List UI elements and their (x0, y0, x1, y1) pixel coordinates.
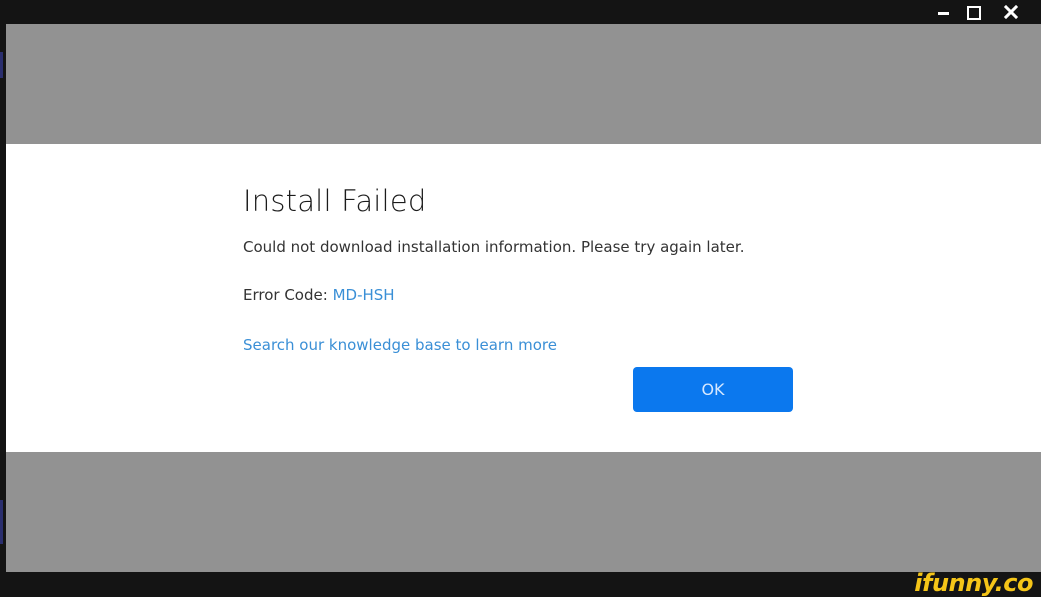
edge-artifact (0, 500, 3, 544)
title-bar (0, 0, 1041, 24)
error-code-line: Error Code: MD-HSH (243, 286, 395, 304)
modal-overlay-top (6, 24, 1041, 144)
knowledge-base-link[interactable]: Search our knowledge base to learn more (243, 336, 557, 354)
edge-artifact (0, 52, 3, 78)
ok-button[interactable]: OK (633, 367, 793, 412)
ifunny-watermark: ifunny.co (914, 569, 1033, 597)
modal-overlay-bottom (6, 452, 1041, 572)
install-failed-dialog: Install Failed Could not download instal… (6, 144, 1041, 452)
dialog-title: Install Failed (243, 184, 427, 218)
error-code-value[interactable]: MD-HSH (333, 286, 395, 304)
error-message: Could not download installation informat… (243, 238, 745, 256)
minimize-icon[interactable] (931, 2, 955, 22)
app-window: Install Failed Could not download instal… (0, 0, 1041, 597)
maximize-icon[interactable] (961, 2, 985, 22)
close-icon[interactable] (999, 2, 1023, 22)
error-code-label: Error Code: (243, 286, 328, 304)
bottom-bar (0, 572, 1041, 597)
